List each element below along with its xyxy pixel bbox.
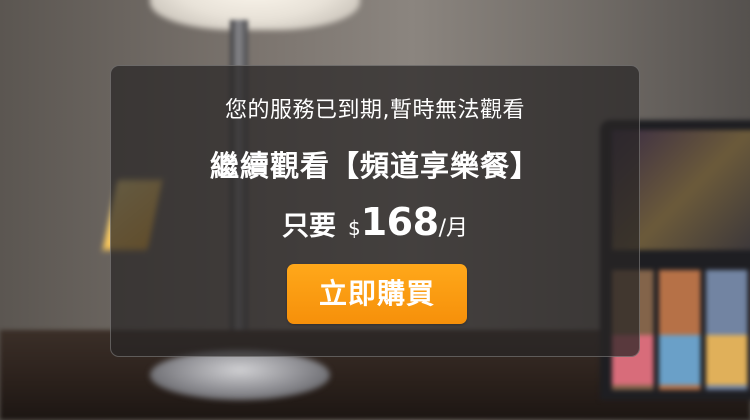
price-currency: $ xyxy=(348,216,361,240)
plan-headline: 繼續觀看【頻道享樂餐】 xyxy=(209,149,540,183)
price-period: /月 xyxy=(438,216,468,241)
price-amount: 168 xyxy=(360,200,439,244)
lamp-base xyxy=(150,350,330,400)
expired-message: 您的服務已到期,暫時無法觀看 xyxy=(225,98,525,123)
buy-now-button[interactable]: 立即購買 xyxy=(287,264,467,324)
price-line: 只要 $168/月 xyxy=(111,200,639,252)
price-prefix: 只要 xyxy=(282,211,336,242)
subscription-expired-dialog: 您的服務已到期,暫時無法觀看 繼續觀看【頻道享樂餐】 只要 $168/月 立即購買 xyxy=(110,65,640,357)
